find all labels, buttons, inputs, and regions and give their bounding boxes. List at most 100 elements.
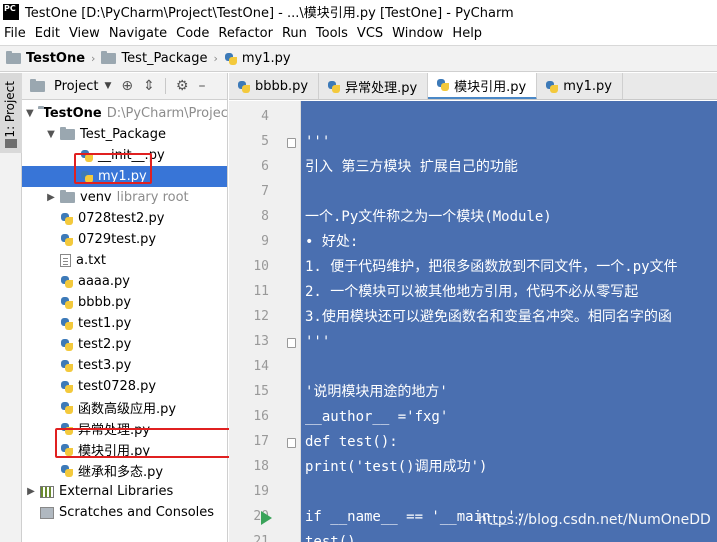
locate-target-icon[interactable]: ⊕ [121, 78, 133, 94]
project-panel-header: Project ▼ ⊕ ⇕ ⚙ – [22, 73, 227, 100]
project-tool-label: 1: Project [3, 81, 17, 138]
menu-vcs[interactable]: VCS [353, 26, 388, 41]
fold-marker-icon[interactable] [287, 138, 296, 148]
breadcrumb-item-my1[interactable]: my1.py [224, 51, 291, 66]
tree-item-label: 0728test2.py [78, 211, 165, 226]
tree-item[interactable]: ▼ Test_Package [22, 124, 227, 145]
breadcrumb-label: my1.py [241, 51, 291, 66]
code-line: print('test()调用成功') [305, 459, 488, 475]
tree-item[interactable]: test1.py [22, 313, 227, 334]
line-number: 9 [261, 234, 269, 249]
line-number: 7 [261, 184, 269, 199]
tree-item-label: Test_Package [80, 127, 166, 142]
menu-help[interactable]: Help [448, 26, 487, 41]
tree-item[interactable]: 函数高级应用.py [22, 397, 227, 418]
chevron-down-icon[interactable]: ▼ [104, 81, 111, 91]
python-file-icon [60, 296, 74, 310]
breadcrumb-item-testone[interactable]: TestOne [6, 51, 85, 66]
editor-gutter: 4 5 6 7 8 9 10 11 12 13 14 15 16 17 18 19 20 21 [229, 101, 301, 542]
code-line: 1. 便于代码维护，把很多函数放到不同文件，一个.py文件 [305, 259, 678, 275]
tree-item[interactable]: test3.py [22, 355, 227, 376]
breadcrumb-item-test-package[interactable]: Test_Package [101, 51, 207, 66]
tree-item-detail: library root [116, 190, 189, 205]
tree-item[interactable]: bbbb.py [22, 292, 227, 313]
console-icon [40, 506, 54, 519]
tree-item-detail: D:\PyCharm\Project\TestOne [106, 106, 228, 121]
line-number: 13 [253, 334, 269, 349]
menu-edit[interactable]: Edit [31, 26, 65, 41]
menu-run[interactable]: Run [278, 26, 312, 41]
tree-item[interactable]: a.txt [22, 250, 227, 271]
tree-item-label: 函数高级应用.py [78, 402, 177, 417]
python-file-icon [327, 80, 341, 94]
project-tool-window-button[interactable]: 1: Project [0, 73, 22, 153]
line-number: 16 [253, 409, 269, 424]
menu-bar: File Edit View Navigate Code Refactor Ru… [0, 23, 717, 44]
python-file-icon [224, 52, 238, 66]
folder-icon [6, 51, 21, 64]
menu-view[interactable]: View [65, 26, 105, 41]
folder-icon [60, 190, 75, 203]
menu-code[interactable]: Code [172, 26, 214, 41]
line-number: 12 [253, 309, 269, 324]
project-panel: Project ▼ ⊕ ⇕ ⚙ – ▼ TestOne D:\PyCharm\Pro… [22, 73, 228, 542]
python-file-icon [60, 359, 74, 373]
gear-icon[interactable]: ⚙ [176, 78, 189, 94]
hide-panel-icon[interactable]: – [198, 78, 205, 94]
tree-item[interactable]: 0728test2.py [22, 208, 227, 229]
watermark: https://blog.csdn.net/NumOneDD [478, 512, 711, 528]
chevron-down-icon[interactable]: ▼ [46, 129, 56, 140]
editor-tab[interactable]: 异常处理.py [319, 73, 429, 99]
editor-code-area[interactable]: ''' 引入 第三方模块 扩展自己的功能 一个.Py文件称之为一个模块(Module… [301, 101, 717, 542]
folder-icon [5, 139, 17, 148]
editor-tab-label: my1.py [563, 79, 612, 94]
project-view-selector[interactable]: Project [54, 79, 98, 94]
window-title: TestOne [D:\PyCharm\Project\TestOne] - .… [25, 6, 514, 21]
tree-item-label: 0729test.py [78, 232, 157, 247]
python-file-icon [60, 401, 74, 415]
fold-marker-icon[interactable] [287, 338, 296, 348]
tree-item-label: venv [80, 190, 112, 205]
line-number: 18 [253, 459, 269, 474]
line-number: 14 [253, 359, 269, 374]
menu-refactor[interactable]: Refactor [214, 26, 278, 41]
fold-marker-icon[interactable] [287, 438, 296, 448]
tree-item[interactable]: ▶ External Libraries [22, 481, 227, 502]
editor-tab-label: 异常处理.py [345, 81, 418, 96]
editor-tab[interactable]: 模块引用.py [428, 73, 538, 99]
python-file-icon [545, 80, 559, 94]
code-line: 2. 一个模块可以被其他地方引用，代码不必从零写起 [305, 284, 639, 300]
chevron-right-icon[interactable]: ▶ [46, 192, 56, 203]
tree-item[interactable]: Scratches and Consoles [22, 502, 227, 523]
tree-item[interactable]: ▼ TestOne D:\PyCharm\Project\TestOne [22, 103, 228, 124]
python-file-icon [436, 78, 450, 92]
editor-tab[interactable]: my1.py [537, 73, 623, 99]
python-file-icon [237, 80, 251, 94]
collapse-all-icon[interactable]: ⇕ [143, 78, 155, 94]
menu-window[interactable]: Window [388, 26, 448, 41]
tree-item[interactable]: test2.py [22, 334, 227, 355]
menu-tools[interactable]: Tools [312, 26, 353, 41]
code-line: 3.使用模块还可以避免函数名和变量名冲突。相同名字的函 [305, 309, 672, 325]
tree-item[interactable]: ▶ venv library root [22, 187, 227, 208]
chevron-right-icon[interactable]: ▶ [26, 486, 36, 497]
code-line: ''' [305, 134, 331, 150]
chevron-down-icon[interactable]: ▼ [26, 108, 34, 119]
left-tool-strip: 1: Project [0, 73, 22, 542]
tree-item[interactable]: test0728.py [22, 376, 227, 397]
tree-item[interactable]: 继承和多态.py [22, 460, 227, 481]
run-icon[interactable] [261, 511, 272, 525]
menu-navigate[interactable]: Navigate [105, 26, 172, 41]
editor-tab[interactable]: bbbb.py [229, 73, 320, 99]
tree-item-label: TestOne [42, 106, 102, 121]
highlight-box-module-ref [55, 428, 234, 458]
code-line: • 好处: [305, 234, 359, 250]
tree-item[interactable]: aaaa.py [22, 271, 227, 292]
line-number: 21 [253, 534, 269, 542]
menu-file[interactable]: File [0, 26, 31, 41]
tree-item-label: External Libraries [59, 484, 174, 499]
editor-tab-label: 模块引用.py [454, 79, 527, 95]
python-file-icon [60, 464, 74, 478]
tree-item[interactable]: 0729test.py [22, 229, 227, 250]
python-file-icon [60, 338, 74, 352]
